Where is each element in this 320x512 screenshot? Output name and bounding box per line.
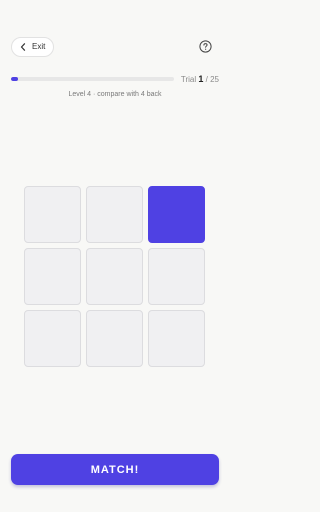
trial-counter: Trial 1 / 25 [181,74,219,85]
grid-cell [148,310,205,367]
progress-bar [11,77,174,81]
exit-button[interactable]: Exit [11,37,55,57]
nback-game-screen: Exit Trial 1 / 25 Level 4 · compare with… [0,0,230,512]
grid-cell [86,248,143,305]
progress-fill [11,77,18,81]
position-grid [24,186,206,368]
grid-cell [148,248,205,305]
grid-cell [86,310,143,367]
grid-cell [24,310,81,367]
level-info: Level 4 · compare with 4 back [68,91,162,98]
exit-label: Exit [32,42,46,51]
help-circle-icon[interactable] [199,40,212,53]
chevron-left-icon [19,42,27,52]
total-trials: 25 [210,75,219,84]
grid-cell-active [148,186,205,243]
match-button[interactable]: MATCH! [11,454,219,485]
grid-cell [24,248,81,305]
trial-separator: / [205,75,208,84]
grid-cell [24,186,81,243]
grid-cell [86,186,143,243]
trial-label: Trial [180,75,197,84]
current-trial: 1 [198,74,204,84]
